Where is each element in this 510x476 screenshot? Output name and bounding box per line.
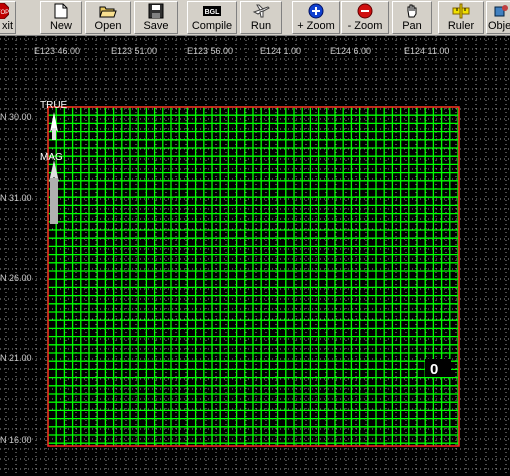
selection-marker[interactable]: 0	[425, 359, 451, 378]
latitude-label-4: N 21.00	[0, 353, 32, 363]
longitude-label-4: E124 1.00	[260, 46, 301, 56]
airplane-icon	[241, 3, 281, 20]
zoom-in-icon	[293, 3, 339, 20]
ruler-icon	[439, 3, 483, 20]
compile-icon-text: BGL	[205, 9, 221, 16]
floppy-disk-icon	[135, 3, 177, 20]
longitude-label-1: E123 46.00	[34, 46, 80, 56]
latitude-label-1: N 30.00	[0, 112, 32, 122]
ruler-label: Ruler	[447, 20, 475, 32]
compile-icon: BGL	[188, 3, 236, 20]
magnetic-north-shaft	[50, 178, 58, 224]
longitude-label-3: E123 56.00	[187, 46, 233, 56]
open-label: Open	[94, 20, 122, 32]
true-north-shaft	[52, 128, 56, 140]
new-file-icon	[41, 3, 81, 20]
save-label: Save	[143, 20, 169, 32]
marker-label: 0	[430, 361, 438, 378]
compile-label: Compile	[191, 20, 233, 32]
zoom-out-button[interactable]: - Zoom	[341, 1, 389, 34]
new-button[interactable]: New	[40, 1, 82, 34]
stop-icon: STOP	[0, 3, 15, 20]
save-button[interactable]: Save	[134, 1, 178, 34]
toolbar: STOP xit New Open Save BGL Compile Run	[0, 0, 510, 36]
exit-label: xit	[2, 20, 13, 32]
new-label: New	[49, 20, 72, 32]
zoom-in-label: + Zoom	[297, 20, 335, 32]
exit-button[interactable]: STOP xit	[0, 1, 16, 34]
hand-icon	[393, 3, 431, 20]
open-folder-icon	[86, 3, 130, 20]
run-label: Run	[250, 20, 272, 32]
latitude-label-5: N 16.00	[0, 435, 32, 445]
objects-label: Obje	[488, 20, 510, 32]
zoom-out-label: - Zoom	[347, 20, 383, 32]
latitude-label-3: N 26.00	[0, 273, 32, 283]
pan-label: Pan	[402, 20, 422, 32]
longitude-label-6: E124 11.00	[404, 46, 449, 56]
compass-mag-label: MAG	[40, 152, 63, 163]
longitude-label-2: E123 51.00	[111, 46, 157, 56]
svg-text:STOP: STOP	[0, 10, 9, 16]
zoom-in-button[interactable]: + Zoom	[292, 1, 340, 34]
latitude-label-2: N 31.00	[0, 193, 32, 203]
map-canvas[interactable]: E123 46.00 E123 51.00 E123 56.00 E124 1.…	[0, 36, 510, 476]
run-button[interactable]: Run	[240, 1, 282, 34]
compile-button[interactable]: BGL Compile	[187, 1, 237, 34]
pan-button[interactable]: Pan	[392, 1, 432, 34]
compass-true-label: TRUE	[40, 100, 68, 111]
ruler-button[interactable]: Ruler	[438, 1, 484, 34]
objects-icon	[487, 3, 510, 20]
longitude-label-5: E124 6.00	[330, 46, 371, 56]
open-button[interactable]: Open	[85, 1, 131, 34]
zoom-out-icon	[342, 3, 388, 20]
objects-button[interactable]: Obje	[486, 1, 510, 34]
